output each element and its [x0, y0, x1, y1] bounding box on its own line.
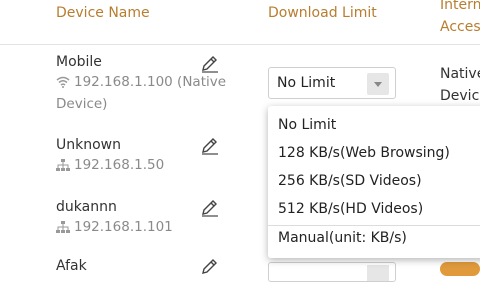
dropdown-option-256kbs[interactable]: 256 KB/s(SD Videos) [278, 173, 422, 189]
device-name: Unknown [56, 137, 121, 153]
device-ip-note: Device) [56, 96, 108, 112]
device-row-unknown: Unknown 192.168.1.50 [56, 135, 164, 177]
device-name: Afak [56, 258, 87, 274]
lan-icon [56, 219, 70, 239]
dropdown-option-no-limit[interactable]: No Limit [278, 117, 336, 133]
download-limit-value: No Limit [277, 75, 336, 91]
device-ip: 192.168.1.101 [74, 219, 173, 235]
column-header-device-name: Device Name [56, 5, 150, 21]
edit-icon[interactable] [200, 135, 220, 155]
column-header-download-limit: Download Limit [268, 5, 377, 21]
internet-access-toggle[interactable] [440, 262, 480, 276]
device-row-dukannn: dukannn 192.168.1.101 [56, 197, 173, 239]
edit-icon[interactable] [200, 256, 220, 276]
edit-icon[interactable] [200, 197, 220, 217]
dropdown-option-512kbs[interactable]: 512 KB/s(HD Videos) [278, 201, 423, 217]
table-header: Device Name Download Limit Interne Acces [0, 0, 480, 45]
dropdown-divider [268, 225, 480, 226]
chevron-down-icon[interactable] [367, 73, 389, 95]
edit-icon[interactable] [200, 53, 220, 73]
download-limit-dropdown: No Limit 128 KB/s(Web Browsing) 256 KB/s… [268, 106, 480, 258]
dropdown-option-manual[interactable]: Manual(unit: KB/s) [278, 230, 407, 246]
lan-icon [56, 157, 70, 177]
chevron-down-icon[interactable] [367, 265, 389, 281]
dropdown-option-128kbs[interactable]: 128 KB/s(Web Browsing) [278, 145, 450, 161]
column-header-internet-access: Interne Acces [440, 0, 480, 35]
internet-access-cell: Native Device [440, 66, 480, 104]
wifi-icon [56, 74, 70, 94]
download-limit-select[interactable] [268, 262, 396, 282]
download-limit-select[interactable]: No Limit [268, 67, 396, 99]
device-row-afak: Afak [56, 256, 87, 276]
device-ip: 192.168.1.50 [74, 157, 165, 173]
device-name: dukannn [56, 199, 117, 215]
device-ip: 192.168.1.100 (Native [74, 74, 227, 90]
